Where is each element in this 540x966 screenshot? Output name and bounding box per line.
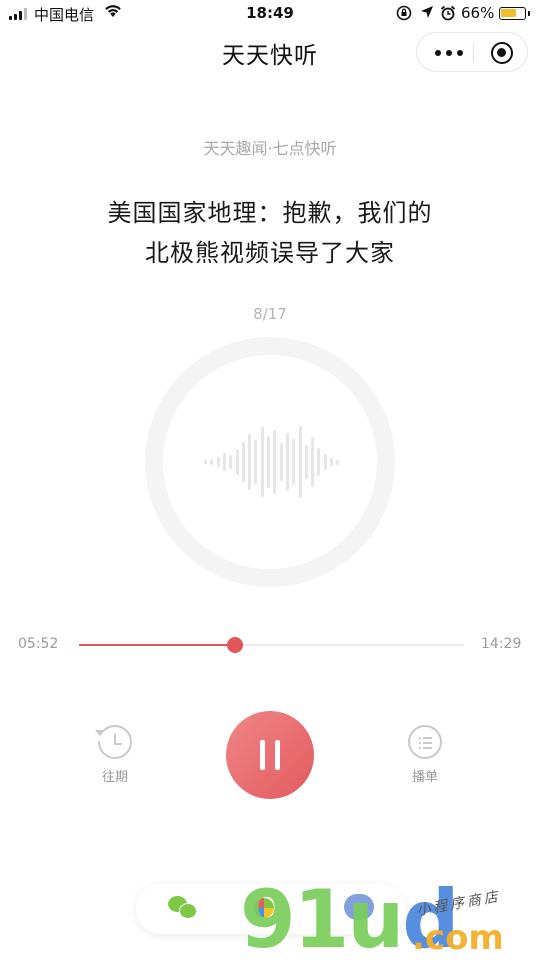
waveform-bar bbox=[298, 426, 302, 498]
waveform-bar bbox=[285, 433, 289, 491]
capsule-divider bbox=[473, 43, 474, 62]
waveform-bar bbox=[235, 449, 239, 475]
rotation-lock-icon bbox=[396, 5, 412, 25]
battery-icon bbox=[499, 7, 530, 20]
waveform-bar bbox=[273, 430, 277, 494]
wechat-icon[interactable] bbox=[168, 896, 197, 920]
playlist-icon bbox=[408, 725, 442, 759]
elapsed-time: 05:52 bbox=[18, 636, 59, 652]
location-icon bbox=[420, 5, 434, 23]
progress-thumb[interactable] bbox=[226, 637, 243, 653]
episode-title-line-2: 北极熊视频误导了大家 bbox=[145, 239, 395, 267]
progress-track[interactable] bbox=[79, 637, 464, 653]
alarm-icon bbox=[440, 5, 456, 25]
waveform-bar bbox=[317, 448, 321, 476]
watermark-domain: .com bbox=[412, 918, 504, 958]
episode-title: 美国国家地理：抱歉，我们的 北极熊视频误导了大家 bbox=[40, 193, 500, 273]
waveform-bar bbox=[311, 437, 315, 487]
waveform-bar bbox=[336, 459, 340, 465]
playlist-button[interactable]: 播单 bbox=[395, 720, 455, 790]
pause-button[interactable] bbox=[226, 711, 314, 799]
status-bar: 中国电信 18:49 66% bbox=[0, 0, 540, 28]
battery-percent: 66% bbox=[461, 4, 495, 22]
waveform-bar bbox=[279, 443, 283, 481]
playlist-label: 播单 bbox=[411, 770, 438, 785]
episode-counter: 8/17 bbox=[253, 305, 287, 323]
waveform-bar bbox=[330, 458, 333, 466]
status-time: 18:49 bbox=[246, 4, 294, 22]
history-label: 往期 bbox=[101, 770, 128, 785]
waveform-bar bbox=[222, 453, 226, 471]
waveform-bar bbox=[323, 454, 327, 470]
waveform-bar bbox=[204, 460, 207, 464]
program-name: 天天趣闻·七点快听 bbox=[203, 139, 337, 158]
more-icon[interactable] bbox=[435, 50, 463, 56]
waveform-bar bbox=[267, 436, 270, 488]
total-duration: 14:29 bbox=[481, 636, 522, 652]
waveform-bar bbox=[248, 434, 252, 490]
waveform-bar bbox=[229, 455, 233, 469]
waveform-bar bbox=[260, 427, 264, 497]
close-miniprogram-icon[interactable] bbox=[491, 42, 513, 64]
waveform-bar bbox=[254, 440, 258, 484]
waveform-bar bbox=[216, 457, 220, 467]
waveform-bar bbox=[304, 445, 308, 479]
waveform-bar bbox=[292, 439, 296, 485]
history-clock-icon bbox=[95, 725, 132, 759]
miniprogram-capsule bbox=[416, 32, 528, 72]
episode-title-line-1: 美国国家地理：抱歉，我们的 bbox=[107, 199, 433, 227]
history-button[interactable]: 往期 bbox=[85, 720, 145, 790]
waveform-bar bbox=[241, 442, 245, 482]
waveform-bar bbox=[210, 459, 214, 465]
progress-fill bbox=[79, 644, 235, 646]
audio-waveform-icon bbox=[200, 412, 340, 512]
